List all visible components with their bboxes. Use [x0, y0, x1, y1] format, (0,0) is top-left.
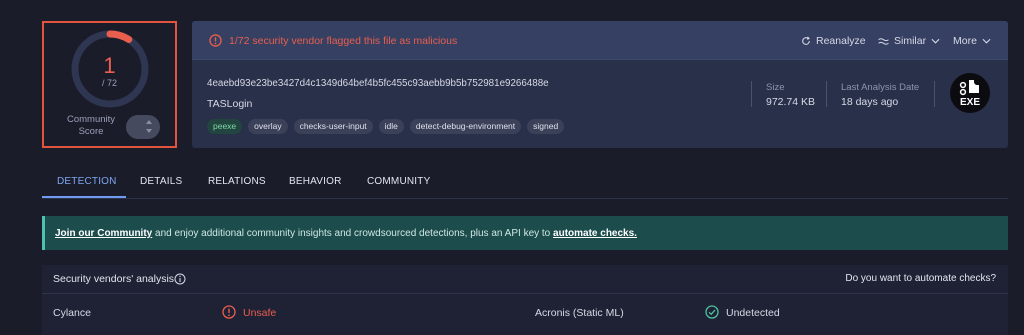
divider	[934, 81, 935, 107]
tag-overlay[interactable]: overlay	[248, 119, 288, 134]
total-engines: / 72	[101, 78, 117, 88]
vendors-header: Security vendors' analysis Do you want t…	[42, 265, 1008, 294]
alert-bar: 1/72 security vendor flagged this file a…	[192, 21, 1008, 60]
exe-badge-label: EXE	[960, 97, 980, 108]
tab-divider	[42, 198, 1008, 199]
alert-circle-icon	[209, 34, 222, 47]
banner-text: Join our Community and enjoy additional …	[55, 228, 637, 239]
reanalyze-icon	[802, 36, 810, 45]
tag-checks-user-input[interactable]: checks-user-input	[293, 119, 373, 134]
tab-details[interactable]: DETAILS	[140, 176, 182, 187]
tab-behavior[interactable]: BEHAVIOR	[289, 176, 342, 187]
size-value: 972.74 KB	[766, 96, 816, 108]
chevron-down-icon	[146, 129, 152, 133]
chevron-down-icon	[931, 38, 940, 44]
tab-bar: DETECTION DETAILS RELATIONS BEHAVIOR COM…	[42, 166, 1008, 199]
malicious-alert-text: 1/72 security vendor flagged this file a…	[229, 35, 458, 47]
reanalyze-label: Reanalyze	[816, 35, 866, 47]
community-score-panel: 1 / 72 Community Score	[42, 21, 177, 148]
detection-count: 1	[103, 53, 116, 78]
last-analysis-value: 18 days ago	[841, 96, 899, 108]
vendors-analysis: Security vendors' analysis Do you want t…	[42, 265, 1008, 335]
automate-checks-prompt[interactable]: Do you want to automate checks?	[845, 273, 996, 284]
tag-signed[interactable]: signed	[527, 119, 565, 134]
banner-middle-text: and enjoy additional community insights …	[152, 228, 554, 239]
info-icon[interactable]	[174, 273, 186, 285]
community-score-label: Community Score	[66, 114, 116, 137]
check-circle-icon	[705, 305, 719, 319]
tab-community[interactable]: COMMUNITY	[367, 176, 430, 187]
unsafe-icon	[222, 305, 236, 319]
community-vote-toggle[interactable]	[126, 115, 160, 139]
chevron-down-icon	[982, 38, 991, 44]
file-hash[interactable]: 4eaebd93e23be3427d4c1349d64bef4b5fc455c9…	[207, 78, 549, 89]
vendor-name: Cylance	[53, 307, 91, 319]
file-info-card: 1/72 security vendor flagged this file a…	[192, 21, 1008, 148]
size-label: Size	[766, 82, 785, 93]
divider	[826, 81, 827, 107]
community-banner: Join our Community and enjoy additional …	[42, 216, 1008, 250]
automate-checks-link[interactable]: automate checks.	[553, 228, 637, 239]
vendors-title: Security vendors' analysis	[53, 273, 175, 285]
similar-label: Similar	[894, 35, 927, 47]
exe-file-icon: EXE	[950, 73, 990, 113]
chevron-up-icon	[146, 120, 152, 124]
tag-peexe[interactable]: peexe	[207, 119, 243, 134]
more-label: More	[953, 35, 977, 47]
last-analysis-label: Last Analysis Date	[841, 82, 920, 93]
exe-glyph: EXE	[959, 80, 980, 108]
divider	[751, 81, 752, 107]
tag-list: peexe overlay checks-user-input idle detect-…	[207, 119, 565, 134]
tag-idle[interactable]: idle	[378, 119, 404, 134]
vendor-name: Acronis (Static ML)	[535, 307, 624, 319]
similar-icon	[878, 37, 889, 45]
more-button[interactable]: More	[953, 34, 991, 48]
table-row: Cylance Unsafe Acronis (Static ML) Undet…	[42, 295, 1008, 330]
tab-relations[interactable]: RELATIONS	[208, 176, 266, 187]
vendor-result: Undetected	[726, 307, 780, 319]
tag-detect-debug-environment[interactable]: detect-debug-environment	[409, 119, 522, 134]
vendor-result: Unsafe	[243, 307, 277, 319]
reanalyze-button[interactable]: Reanalyze	[801, 34, 866, 48]
join-community-link[interactable]: Join our Community	[55, 228, 152, 239]
similar-button[interactable]: Similar	[878, 34, 940, 48]
file-name: TASLogin	[207, 98, 253, 110]
tab-detection[interactable]: DETECTION	[57, 176, 117, 187]
